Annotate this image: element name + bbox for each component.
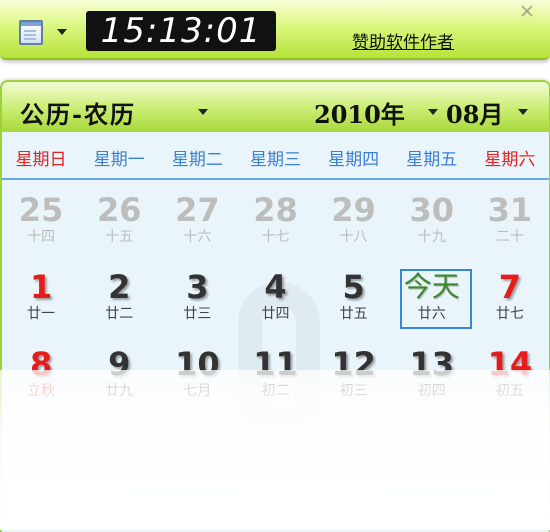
lunar-date: 十八 bbox=[339, 229, 368, 245]
day-cell[interactable]: 13 初四 bbox=[393, 346, 471, 423]
day-number: 31 bbox=[487, 191, 533, 229]
day-cell[interactable]: 11 初二 bbox=[236, 346, 314, 423]
lunar-date: 廿四 bbox=[261, 306, 290, 322]
lunar-date: 初四 bbox=[417, 383, 446, 399]
day-cell[interactable]: 2 廿二 bbox=[80, 269, 158, 346]
day-cell[interactable]: 14 初五 bbox=[471, 346, 549, 423]
weekday-wednesday: 星期三 bbox=[249, 150, 301, 170]
weekday-sunday: 星期日 bbox=[15, 150, 67, 170]
lunar-date: 十四 bbox=[27, 229, 56, 245]
lunar-date: 初二 bbox=[261, 383, 290, 399]
day-number: 3 bbox=[186, 268, 209, 306]
lunar-date: 廿七 bbox=[495, 306, 524, 322]
calendar-mode-label: 公历-农历 bbox=[20, 100, 136, 129]
day-cell[interactable]: 27 十六 bbox=[158, 192, 236, 269]
day-number: 14 bbox=[487, 345, 533, 383]
menu-button[interactable] bbox=[15, 16, 75, 46]
day-number: 30 bbox=[409, 191, 455, 229]
year-dropdown[interactable]: 2010年 bbox=[314, 95, 438, 129]
day-cell[interactable]: 29 十八 bbox=[315, 192, 393, 269]
chevron-down-icon bbox=[428, 109, 438, 115]
lunar-date: 廿三 bbox=[183, 306, 212, 322]
day-number: 27 bbox=[175, 191, 220, 229]
lunar-date: 二十 bbox=[495, 229, 524, 245]
chevron-down-icon bbox=[198, 109, 208, 115]
weekday-header: 星期日 星期一 星期二 星期三 星期四 星期五 星期六 bbox=[2, 142, 549, 180]
month-dropdown[interactable]: 08月 bbox=[446, 95, 528, 129]
digital-clock: 15:13:01 bbox=[86, 11, 276, 51]
day-cell[interactable]: 30 十九 bbox=[393, 192, 471, 269]
lunar-date: 廿二 bbox=[105, 306, 134, 322]
day-cell[interactable]: 9 廿九 bbox=[80, 346, 158, 423]
year-label: 2010年 bbox=[314, 100, 405, 129]
day-cell[interactable]: 28 十七 bbox=[236, 192, 314, 269]
day-number: 7 bbox=[498, 268, 522, 306]
weekday-thursday: 星期四 bbox=[328, 150, 380, 170]
lunar-date: 廿九 bbox=[105, 383, 134, 399]
day-number: 2 bbox=[108, 268, 131, 306]
chevron-down-icon bbox=[57, 29, 67, 35]
day-number: 10 bbox=[175, 345, 220, 383]
day-number: 26 bbox=[96, 191, 142, 229]
sponsor-link[interactable]: 赞助软件作者 bbox=[352, 28, 454, 53]
lunar-date: 十七 bbox=[261, 229, 290, 245]
lunar-date: 立秋 bbox=[27, 383, 56, 399]
day-cell[interactable]: 3 廿三 bbox=[158, 269, 236, 346]
calendar-mode-dropdown[interactable]: 公历-农历 bbox=[20, 95, 208, 129]
day-cell[interactable]: 8 立秋 bbox=[2, 346, 80, 423]
day-number: 5 bbox=[342, 268, 365, 306]
lunar-date: 廿一 bbox=[27, 306, 56, 322]
calendar-header: 公历-农历 2010年 08月 bbox=[2, 82, 549, 132]
day-cell[interactable]: 4 廿四 bbox=[236, 269, 314, 346]
day-number: 12 bbox=[331, 345, 376, 383]
day-number: 11 bbox=[253, 345, 298, 383]
lunar-date: 初五 bbox=[495, 383, 524, 399]
weekday-tuesday: 星期二 bbox=[171, 150, 223, 170]
lunar-date: 十九 bbox=[417, 229, 446, 245]
day-cell[interactable]: 26 十五 bbox=[80, 192, 158, 269]
lunar-date: 七月 bbox=[183, 383, 212, 399]
weekday-saturday: 星期六 bbox=[484, 150, 536, 170]
document-icon bbox=[19, 20, 43, 45]
top-bar: 15:13:01 赞助软件作者 bbox=[0, 0, 550, 60]
day-number: 28 bbox=[253, 191, 298, 229]
weekday-monday: 星期一 bbox=[93, 150, 145, 170]
today-cell[interactable]: 今天 廿六 bbox=[393, 269, 472, 346]
day-number: 8 bbox=[29, 345, 53, 383]
day-cell[interactable]: 12 初三 bbox=[315, 346, 393, 423]
chevron-down-icon bbox=[518, 109, 528, 115]
month-label: 08月 bbox=[446, 100, 504, 129]
day-cell[interactable]: 1 廿一 bbox=[2, 269, 80, 346]
day-number: 13 bbox=[409, 345, 455, 383]
day-cell[interactable]: 25 十四 bbox=[2, 192, 80, 269]
day-cell[interactable]: 5 廿五 bbox=[315, 269, 393, 346]
day-cell[interactable]: 10 七月 bbox=[158, 346, 236, 423]
weekday-friday: 星期五 bbox=[406, 150, 458, 170]
day-number: 1 bbox=[29, 268, 53, 306]
day-cell[interactable]: 31 二十 bbox=[471, 192, 549, 269]
day-number: 9 bbox=[108, 345, 131, 383]
day-cell[interactable]: 7 廿七 bbox=[471, 269, 549, 346]
lunar-date: 初三 bbox=[339, 383, 368, 399]
close-icon[interactable] bbox=[518, 5, 536, 17]
day-number: 29 bbox=[331, 191, 376, 229]
lunar-date: 廿五 bbox=[339, 306, 368, 322]
day-number: 4 bbox=[264, 268, 287, 306]
lunar-date: 十五 bbox=[105, 229, 134, 245]
lunar-date: 十六 bbox=[183, 229, 212, 245]
calendar-panel: 公历-农历 2010年 08月 星期日 星期一 星期二 星期三 星期四 星期五 … bbox=[0, 80, 550, 532]
today-highlight bbox=[399, 269, 472, 329]
day-number: 25 bbox=[18, 191, 64, 229]
calendar-day-grid: 25 十四 26 十五 27 十六 28 十七 29 十八 30 十九 31 二十 1 廿一 2 廿二 3 廿三 4 廿四… bbox=[2, 192, 549, 423]
